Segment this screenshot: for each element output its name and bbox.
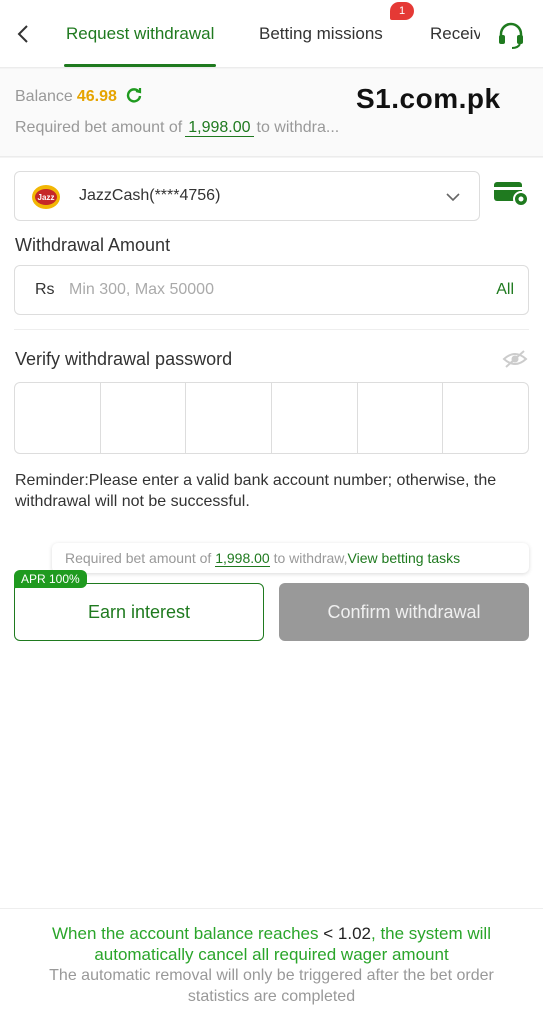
tooltip-prefix: Required bet amount of [65, 550, 212, 566]
password-digit-cell[interactable] [358, 383, 444, 453]
required-bet-line: Required bet amount of 1,998.00 to withdra… [15, 119, 373, 137]
password-label: Verify withdrawal password [15, 349, 233, 369]
balance-line: Balance 46.98 [15, 86, 143, 106]
currency-label: Rs [35, 281, 55, 298]
apr-badge: APR 100% [14, 570, 87, 588]
notice-secondary: The automatic removal will only be trigg… [49, 967, 494, 1005]
amount-input[interactable] [69, 274, 469, 306]
notice-part1: When the account balance reaches [52, 924, 319, 943]
notification-badge: 1 [390, 2, 414, 20]
site-watermark: S1.com.pk [356, 83, 501, 114]
jazzcash-logo-icon: Jazz [32, 185, 60, 209]
withdrawal-amount-label: Withdrawal Amount [15, 235, 171, 255]
password-input-grid[interactable] [14, 382, 529, 454]
required-bet-amount[interactable]: 1,998.00 [185, 119, 254, 137]
payment-method-select[interactable]: Jazz JazzCash(****4756) [14, 171, 480, 221]
reminder-text: Reminder:Please enter a valid bank accou… [15, 472, 497, 510]
back-arrow-icon[interactable] [12, 22, 36, 46]
earn-interest-button[interactable]: Earn interest [14, 583, 264, 641]
eye-hidden-icon[interactable] [502, 349, 528, 369]
card-settings-icon[interactable] [492, 180, 530, 208]
auto-cancel-notice: When the account balance reaches < 1.02,… [0, 908, 543, 1024]
chevron-down-icon [446, 193, 460, 202]
password-digit-cell[interactable] [101, 383, 187, 453]
tab-betting-missions[interactable]: Betting missions [259, 24, 383, 44]
tooltip-amount: 1,998.00 [215, 550, 270, 567]
balance-value: 46.98 [76, 88, 117, 105]
notice-main: When the account balance reaches < 1.02,… [20, 923, 523, 965]
required-bet-prefix: Required bet amount of [15, 119, 183, 136]
password-digit-cell[interactable] [443, 383, 528, 453]
tab-request-withdrawal[interactable]: Request withdrawal [66, 24, 214, 44]
required-bet-suffix: to withdra... [256, 119, 340, 136]
notice-threshold: < 1.02 [323, 924, 371, 943]
amount-field: Rs All [14, 265, 529, 315]
all-amount-button[interactable]: All [496, 281, 514, 299]
payment-method-label: JazzCash(****4756) [79, 187, 221, 204]
top-nav-bar: Request withdrawal Betting missions 1 Re… [0, 0, 543, 68]
password-digit-cell[interactable] [15, 383, 101, 453]
confirm-withdrawal-button[interactable]: Confirm withdrawal [279, 583, 529, 641]
required-bet-tooltip: Required bet amount of 1,998.00 to withd… [52, 543, 529, 573]
divider [14, 329, 529, 330]
balance-label: Balance [15, 88, 73, 105]
password-digit-cell[interactable] [186, 383, 273, 453]
withdrawal-form: Jazz JazzCash(****4756) Withdrawal Amoun… [0, 158, 543, 908]
view-betting-tasks-link[interactable]: View betting tasks [348, 550, 461, 566]
balance-section: Balance 46.98 Required bet amount of 1,998… [0, 69, 543, 157]
password-digit-cell[interactable] [272, 383, 358, 453]
jazzcash-logo-text: Jazz [38, 193, 55, 202]
active-tab-indicator [64, 64, 216, 67]
refresh-icon[interactable] [125, 86, 143, 104]
tooltip-suffix: to withdraw, [273, 550, 348, 566]
tab-receive[interactable]: Receiv [430, 24, 480, 44]
customer-service-icon[interactable] [496, 20, 526, 50]
